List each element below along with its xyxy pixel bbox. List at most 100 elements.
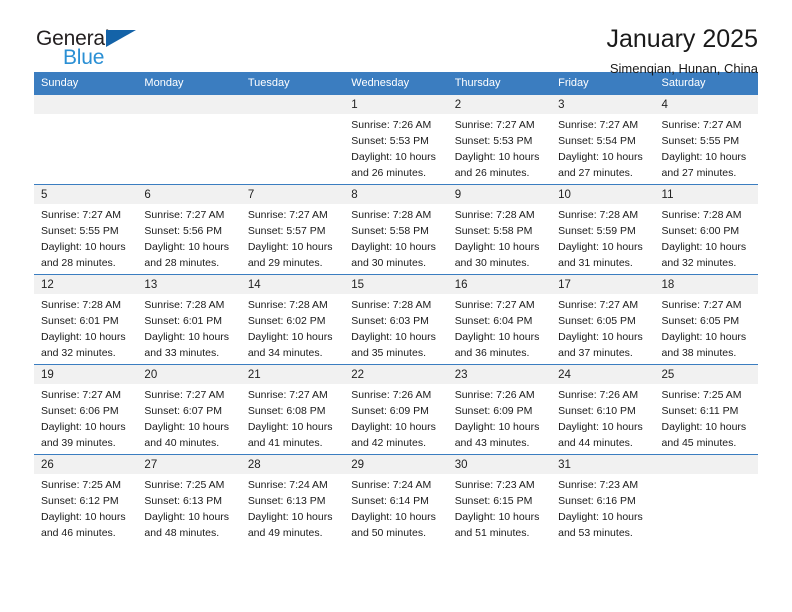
sunrise-text: Sunrise: 7:28 AM [247,299,328,311]
sunset-text: Sunset: 5:57 PM [247,224,326,237]
day-details: Sunrise: 7:28 AM Sunset: 6:02 PM Daylight:… [241,294,344,362]
calendar-day-cell[interactable]: 20 Sunrise: 7:27 AM Sunset: 6:07 PM Dayligh… [137,364,241,455]
calendar-day-cell[interactable]: 17 Sunrise: 7:27 AM Sunset: 6:05 PM Dayligh… [551,274,655,365]
day-number: 7 [240,185,345,204]
page-subtitle: Simenqian, Hunan, China [609,60,758,76]
day-details: Sunrise: 7:23 AM Sunset: 6:16 PM Daylight:… [551,474,654,542]
sunset-text: Sunset: 5:56 PM [144,224,223,237]
day-number: 20 [137,365,241,384]
day-details: Sunrise: 7:23 AM Sunset: 6:15 PM Daylight:… [448,474,551,542]
day-number: 19 [34,365,138,384]
calendar-day-cell[interactable]: 23 Sunrise: 7:26 AM Sunset: 6:09 PM Dayligh… [447,364,552,455]
calendar-day-cell[interactable]: 19 Sunrise: 7:27 AM Sunset: 6:06 PM Dayligh… [34,364,138,455]
calendar-day-cell[interactable]: 21 Sunrise: 7:27 AM Sunset: 6:08 PM Dayligh… [240,364,345,455]
day-details: Sunrise: 7:26 AM Sunset: 6:09 PM Daylight:… [448,384,551,452]
sunset-text: Sunset: 6:02 PM [247,314,326,327]
daylight-text: Daylight: 10 hours and 37 minutes. [558,330,643,359]
day-details: Sunrise: 7:27 AM Sunset: 6:04 PM Daylight:… [448,294,551,362]
calendar-day-cell[interactable]: 26 Sunrise: 7:25 AM Sunset: 6:12 PM Dayligh… [34,454,138,545]
daylight-text: Daylight: 10 hours and 44 minutes. [558,420,643,449]
calendar-day-cell[interactable]: 6 Sunrise: 7:27 AM Sunset: 5:56 PM Daylight… [137,184,241,275]
calendar-day-cell[interactable]: 24 Sunrise: 7:26 AM Sunset: 6:10 PM Dayligh… [551,364,655,455]
calendar-day-cell[interactable]: 10 Sunrise: 7:28 AM Sunset: 5:59 PM Dayligh… [551,184,655,275]
sunrise-text: Sunrise: 7:27 AM [558,299,639,311]
day-number: 5 [34,185,138,204]
day-details: Sunrise: 7:25 AM Sunset: 6:13 PM Daylight:… [137,474,240,542]
calendar-day-cell[interactable]: 7 Sunrise: 7:27 AM Sunset: 5:57 PM Daylight… [240,184,345,275]
calendar-day-cell[interactable]: 12 Sunrise: 7:28 AM Sunset: 6:01 PM Dayligh… [34,274,138,365]
calendar-day-cell[interactable]: 25 Sunrise: 7:25 AM Sunset: 6:11 PM Dayligh… [654,364,758,455]
calendar-day-cell[interactable]: 31 Sunrise: 7:23 AM Sunset: 6:16 PM Dayligh… [551,454,655,545]
sunset-text: Sunset: 5:54 PM [558,134,636,147]
day-details: Sunrise: 7:27 AM Sunset: 6:06 PM Daylight:… [34,384,137,452]
daylight-text: Daylight: 10 hours and 49 minutes. [247,510,333,539]
weekday-header-wednesday: Wednesday [344,72,448,95]
weekday-header-monday: Monday [137,72,241,95]
calendar-day-cell[interactable]: 27 Sunrise: 7:25 AM Sunset: 6:13 PM Dayligh… [137,454,241,545]
sunset-text: Sunset: 6:00 PM [661,224,740,237]
sunset-text: Sunset: 6:15 PM [454,494,533,507]
daylight-text: Daylight: 10 hours and 42 minutes. [351,420,436,449]
day-number: 11 [654,185,758,204]
sunrise-text: Sunrise: 7:27 AM [144,389,225,401]
sunrise-text: Sunrise: 7:27 AM [144,209,225,221]
calendar-day-cell[interactable]: 22 Sunrise: 7:26 AM Sunset: 6:09 PM Dayligh… [344,364,448,455]
calendar-day-cell-empty [137,94,241,185]
calendar-day-cell[interactable]: 4 Sunrise: 7:27 AM Sunset: 5:55 PM Daylight… [654,94,758,185]
daylight-text: Daylight: 10 hours and 43 minutes. [454,420,540,449]
sunset-text: Sunset: 5:53 PM [351,134,429,147]
calendar-day-cell[interactable]: 5 Sunrise: 7:27 AM Sunset: 5:55 PM Daylight… [34,184,138,275]
sunset-text: Sunset: 6:13 PM [247,494,326,507]
calendar-day-cell[interactable]: 14 Sunrise: 7:28 AM Sunset: 6:02 PM Dayligh… [240,274,345,365]
day-number: 29 [344,455,448,474]
daylight-text: Daylight: 10 hours and 31 minutes. [558,240,643,269]
sunrise-text: Sunrise: 7:26 AM [454,389,535,401]
calendar-day-cell[interactable]: 9 Sunrise: 7:28 AM Sunset: 5:58 PM Daylight… [447,184,552,275]
sunset-text: Sunset: 6:05 PM [558,314,636,327]
day-number: 30 [447,455,552,474]
calendar-day-cell[interactable]: 2 Sunrise: 7:27 AM Sunset: 5:53 PM Daylight… [447,94,552,185]
calendar-day-cell[interactable]: 29 Sunrise: 7:24 AM Sunset: 6:14 PM Dayligh… [344,454,448,545]
day-number: 12 [34,275,138,294]
calendar-day-cell[interactable]: 16 Sunrise: 7:27 AM Sunset: 6:04 PM Dayligh… [447,274,552,365]
general-blue-logo[interactable]: General Blue [34,26,154,74]
sunrise-text: Sunrise: 7:28 AM [351,209,432,221]
day-number: 21 [240,365,345,384]
day-details: Sunrise: 7:27 AM Sunset: 5:55 PM Daylight:… [34,204,137,272]
calendar-day-cell[interactable]: 28 Sunrise: 7:24 AM Sunset: 6:13 PM Dayligh… [240,454,345,545]
sunrise-text: Sunrise: 7:24 AM [351,479,432,491]
calendar-day-cell[interactable]: 18 Sunrise: 7:27 AM Sunset: 6:05 PM Dayligh… [654,274,758,365]
sunset-text: Sunset: 6:07 PM [144,404,223,417]
daylight-text: Daylight: 10 hours and 51 minutes. [454,510,540,539]
page-header: General Blue January 2025 Simenqian, Hun… [34,0,758,75]
calendar-day-cell[interactable]: 1 Sunrise: 7:26 AM Sunset: 5:53 PM Daylight… [344,94,448,185]
daylight-text: Daylight: 10 hours and 50 minutes. [351,510,436,539]
calendar-day-cell-empty [654,454,758,545]
logo-text-blue: Blue [63,46,105,69]
day-number: 26 [34,455,138,474]
calendar-day-cell[interactable]: 13 Sunrise: 7:28 AM Sunset: 6:01 PM Dayligh… [137,274,241,365]
calendar-day-cell[interactable]: 11 Sunrise: 7:28 AM Sunset: 6:00 PM Dayligh… [654,184,758,275]
day-number: 6 [137,185,241,204]
day-details: Sunrise: 7:27 AM Sunset: 6:08 PM Daylight:… [241,384,344,452]
calendar-week-row: 26 Sunrise: 7:25 AM Sunset: 6:12 PM Dayligh… [34,454,758,545]
calendar-day-cell[interactable]: 30 Sunrise: 7:23 AM Sunset: 6:15 PM Dayligh… [447,454,552,545]
sunset-text: Sunset: 6:03 PM [351,314,429,327]
calendar-body: 1 Sunrise: 7:26 AM Sunset: 5:53 PM Daylight… [34,94,758,545]
day-details: Sunrise: 7:27 AM Sunset: 6:07 PM Daylight:… [137,384,240,452]
sunrise-text: Sunrise: 7:28 AM [144,299,225,311]
sunrise-text: Sunrise: 7:23 AM [454,479,535,491]
day-number: 15 [344,275,448,294]
sunset-text: Sunset: 5:55 PM [41,224,119,237]
calendar-day-cell[interactable]: 8 Sunrise: 7:28 AM Sunset: 5:58 PM Daylight… [344,184,448,275]
calendar-day-cell[interactable]: 3 Sunrise: 7:27 AM Sunset: 5:54 PM Daylight… [551,94,655,185]
daylight-text: Daylight: 10 hours and 33 minutes. [144,330,230,359]
day-number: 9 [447,185,552,204]
day-details: Sunrise: 7:26 AM Sunset: 5:53 PM Daylight:… [344,114,447,182]
sunset-text: Sunset: 6:10 PM [558,404,636,417]
day-number: 14 [240,275,345,294]
calendar-day-cell[interactable]: 15 Sunrise: 7:28 AM Sunset: 6:03 PM Dayligh… [344,274,448,365]
day-number: 22 [344,365,448,384]
daylight-text: Daylight: 10 hours and 29 minutes. [247,240,333,269]
weekday-header-thursday: Thursday [447,72,552,95]
